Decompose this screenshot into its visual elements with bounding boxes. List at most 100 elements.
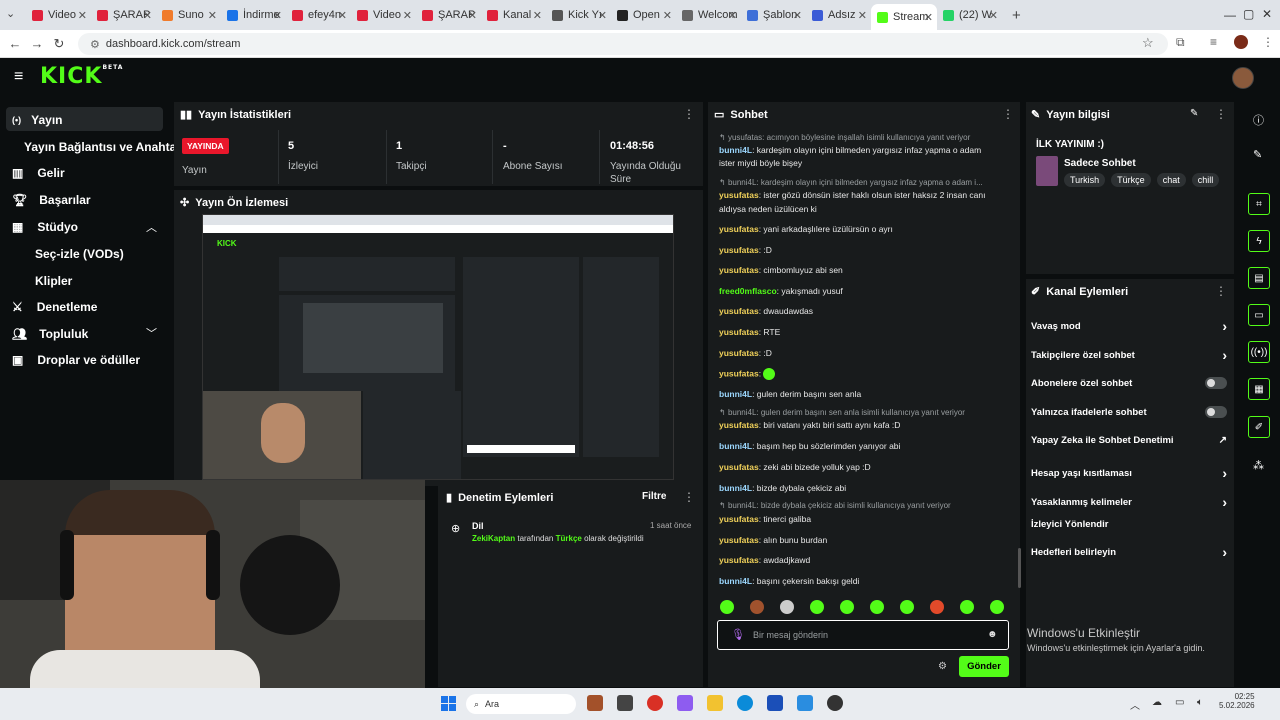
chat-username[interactable]: yusufatas bbox=[719, 535, 759, 545]
sidebar-item-droplar[interactable]: ▣ Droplar ve ödüller bbox=[12, 353, 140, 367]
rail-button-bolt[interactable]: ϟ bbox=[1248, 230, 1270, 252]
emote-icon[interactable] bbox=[900, 600, 914, 614]
channel-action-row[interactable]: Abonelere özel sohbet bbox=[1031, 377, 1227, 389]
forward-icon[interactable]: → bbox=[26, 36, 48, 51]
close-tab-icon[interactable]: ✕ bbox=[598, 9, 607, 22]
channel-action-row[interactable]: Yapay Zeka ile Sohbet Denetimi ↗ bbox=[1031, 435, 1227, 446]
rail-button-broadcast[interactable]: ((•)) bbox=[1248, 341, 1270, 363]
tag[interactable]: Turkish bbox=[1064, 173, 1106, 187]
hamburger-menu-icon[interactable]: ≡ bbox=[14, 68, 23, 86]
close-tab-icon[interactable]: ✕ bbox=[533, 9, 542, 22]
rail-button-doc[interactable]: ▤ bbox=[1248, 267, 1270, 289]
browser-tab[interactable]: Welcom ✕ bbox=[676, 3, 741, 27]
browser-tab[interactable]: Stream ✕ bbox=[871, 4, 937, 30]
chat-username[interactable]: bunni4L bbox=[719, 441, 752, 451]
close-tab-icon[interactable]: ✕ bbox=[468, 9, 477, 22]
chat-username[interactable]: yusufatas bbox=[719, 306, 759, 316]
chat-username[interactable]: yusufatas bbox=[719, 348, 759, 358]
pencil-icon[interactable]: ✎ bbox=[1253, 148, 1262, 161]
chat-username[interactable]: yusufatas bbox=[719, 327, 759, 337]
close-tab-icon[interactable]: ✕ bbox=[403, 9, 412, 22]
close-tab-icon[interactable]: ✕ bbox=[208, 9, 217, 22]
chat-menu-icon[interactable]: ⋮ bbox=[1002, 107, 1014, 121]
sidebar-item-topluluk[interactable]: 👥︎ Topluluk bbox=[12, 327, 88, 341]
rail-button-settings[interactable]: ✐ bbox=[1248, 416, 1270, 438]
chat-username[interactable]: yusufatas bbox=[719, 224, 759, 234]
close-tab-icon[interactable]: ✕ bbox=[924, 11, 933, 24]
emote-icon[interactable] bbox=[840, 600, 854, 614]
channel-action-row[interactable]: İzleyici Yönlendir bbox=[1031, 519, 1227, 530]
emote-icon[interactable] bbox=[720, 600, 734, 614]
chat-username[interactable]: yusufatas bbox=[719, 368, 759, 378]
back-icon[interactable]: ← bbox=[4, 36, 26, 51]
chat-username[interactable]: bunni4L bbox=[719, 145, 752, 155]
sidebar-item-yayin[interactable]: (•) Yayın bbox=[12, 113, 63, 127]
chat-username[interactable]: yusufatas bbox=[719, 462, 759, 472]
taskbar-app-icon[interactable] bbox=[617, 695, 633, 711]
clock[interactable]: 02:25 5.02.2026 bbox=[1219, 692, 1255, 710]
maximize-icon[interactable]: ▢ bbox=[1243, 7, 1254, 21]
channel-action-row[interactable]: Takipçilere özel sohbet › bbox=[1031, 347, 1227, 363]
bookmark-star-icon[interactable]: ☆ bbox=[1142, 35, 1154, 51]
chevron-up-icon[interactable]: ︿ bbox=[146, 219, 157, 235]
sidebar-item-gelir[interactable]: ▥ Gelir bbox=[12, 166, 65, 180]
close-tab-icon[interactable]: ✕ bbox=[728, 9, 737, 22]
site-info-icon[interactable]: ⚙ bbox=[90, 38, 100, 51]
browser-tab[interactable]: Kick Yı ✕ bbox=[546, 3, 611, 27]
browser-tab[interactable]: İndirme ✕ bbox=[221, 3, 286, 27]
channel-action-row[interactable]: Hesap yaşı kısıtlaması › bbox=[1031, 465, 1227, 481]
chat-username[interactable]: yusufatas bbox=[719, 245, 759, 255]
chat-scrollbar[interactable] bbox=[1018, 548, 1021, 588]
browser-menu-icon[interactable]: ⋮ bbox=[1262, 35, 1274, 49]
microphone-icon[interactable]: 🎙︎ bbox=[731, 628, 745, 641]
tag[interactable]: chat bbox=[1156, 173, 1186, 187]
profile-avatar[interactable] bbox=[1234, 35, 1248, 49]
browser-tab[interactable]: Şablon ✕ bbox=[741, 3, 806, 27]
toggle-switch[interactable] bbox=[1205, 377, 1227, 389]
rail-button-crop[interactable]: ⌗ bbox=[1248, 193, 1270, 215]
chat-username[interactable]: yusufatas bbox=[719, 265, 759, 275]
browser-tab[interactable]: efey4n ✕ bbox=[286, 3, 351, 27]
stats-menu-icon[interactable]: ⋮ bbox=[683, 107, 695, 121]
chevron-right-icon[interactable]: › bbox=[1222, 347, 1227, 363]
browser-tab[interactable]: (22) W ✕ bbox=[937, 3, 1002, 27]
chat-settings-icon[interactable]: ⚙ bbox=[938, 661, 947, 672]
close-window-icon[interactable]: ✕ bbox=[1262, 7, 1272, 21]
rail-button-grid[interactable]: ▦ bbox=[1248, 378, 1270, 400]
chat-username[interactable]: yusufatas bbox=[719, 190, 759, 200]
kick-logo[interactable]: KICKBETA bbox=[40, 64, 123, 89]
edit-icon[interactable]: ✎ bbox=[1190, 108, 1198, 119]
new-tab-icon[interactable]: + bbox=[1012, 7, 1021, 24]
edge-icon[interactable] bbox=[737, 695, 753, 711]
browser-tab[interactable]: Kanal ✕ bbox=[481, 3, 546, 27]
chevron-right-icon[interactable]: › bbox=[1222, 318, 1227, 334]
channel-actions-menu-icon[interactable]: ⋮ bbox=[1215, 284, 1227, 298]
browser-tab[interactable]: Suno ✕ bbox=[156, 3, 221, 27]
chat-username[interactable]: yusufatas bbox=[719, 555, 759, 565]
sidebar-item-stream-key[interactable]: Yayın Bağlantısı ve Anahtarı bbox=[24, 140, 184, 154]
tab-search-icon[interactable]: ⌄ bbox=[6, 7, 15, 20]
browser-tab[interactable]: Open ✕ bbox=[611, 3, 676, 27]
tag[interactable]: Türkçe bbox=[1111, 173, 1151, 187]
external-link-icon[interactable]: ↗ bbox=[1219, 435, 1227, 446]
chevron-right-icon[interactable]: › bbox=[1222, 544, 1227, 560]
store-icon[interactable] bbox=[767, 695, 783, 711]
channel-action-row[interactable]: Hedefleri belirleyin › bbox=[1031, 544, 1227, 560]
rail-button-chat[interactable]: ▭ bbox=[1248, 304, 1270, 326]
speaker-icon[interactable]: 🔈︎ bbox=[1197, 697, 1203, 708]
windows-start-icon[interactable] bbox=[441, 696, 456, 711]
chevron-right-icon[interactable]: › bbox=[1222, 465, 1227, 481]
close-tab-icon[interactable]: ✕ bbox=[663, 9, 672, 22]
chat-username[interactable]: bunni4L bbox=[719, 389, 752, 399]
taskbar-app-icon[interactable] bbox=[827, 695, 843, 711]
browser-tab[interactable]: ŞARAP ✕ bbox=[416, 3, 481, 27]
info-icon[interactable]: ⓘ bbox=[1253, 112, 1264, 128]
close-tab-icon[interactable]: ✕ bbox=[273, 9, 282, 22]
channel-action-row[interactable]: Yalnızca ifadelerle sohbet bbox=[1031, 406, 1227, 418]
chat-username[interactable]: freed0mflasco bbox=[719, 286, 777, 296]
network-icon[interactable]: ▭ bbox=[1175, 697, 1184, 708]
taskbar-app-icon[interactable] bbox=[587, 695, 603, 711]
sidebar-item-klipler[interactable]: Klipler bbox=[35, 274, 72, 288]
stream-info-menu-icon[interactable]: ⋮ bbox=[1215, 107, 1227, 121]
sidebar-item-vods[interactable]: Seç-izle (VODs) bbox=[35, 247, 124, 261]
